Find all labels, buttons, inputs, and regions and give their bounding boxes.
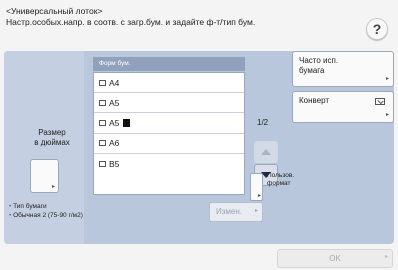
- list-item[interactable]: A5: [94, 113, 244, 134]
- header-instruction: Настр.особых.напр. в соотв. с загр.бум. …: [6, 17, 256, 27]
- paper-icon: [99, 140, 106, 147]
- paper-icon: [99, 99, 106, 106]
- custom-format-label: Пользов. формат: [267, 172, 295, 187]
- paper-icon: [99, 79, 106, 86]
- paper-type-value: Обычная 2 (75-90 г/м2): [13, 212, 83, 219]
- envelope-icon: [375, 98, 385, 105]
- inch-size-label: Размер в дюймах: [34, 128, 70, 147]
- chevron-right-icon: ▸: [257, 193, 261, 199]
- help-button[interactable]: ?: [366, 18, 388, 40]
- paper-type-label: Тип бумаги: [13, 203, 47, 210]
- screen-header: <Универсальный лоток> Настр.особых.напр.…: [6, 6, 346, 28]
- bullet-icon: •: [9, 212, 12, 219]
- custom-format-button[interactable]: ▸: [250, 173, 263, 201]
- paper-icon: [99, 160, 106, 167]
- list-item-label: A6: [109, 138, 120, 149]
- list-item-label: A5: [109, 117, 120, 128]
- paper-settings-panel: Размер в дюймах ▸ Форм бум. A4 A5 A5 A6 …: [4, 51, 394, 244]
- scroll-up-button[interactable]: [254, 141, 278, 163]
- chevron-right-icon: ▸: [254, 208, 258, 214]
- envelope-button[interactable]: Конверт ▸: [292, 91, 394, 123]
- chevron-right-icon: ▸: [385, 112, 389, 118]
- change-paper-type-button[interactable]: Измен. ▸: [209, 202, 263, 222]
- paper-type-info: • Тип бумаги • Обычная 2 (75-90 г/м2): [9, 202, 83, 220]
- list-item[interactable]: A5: [94, 93, 244, 114]
- paper-format-list: A4 A5 A5 A6 B5: [93, 72, 245, 195]
- list-item[interactable]: A4: [94, 73, 244, 94]
- ok-button[interactable]: OK ▸: [277, 249, 393, 268]
- list-item-label: B5: [109, 158, 120, 169]
- paper-icon: [99, 119, 106, 126]
- list-item[interactable]: A6: [94, 134, 244, 154]
- list-item[interactable]: B5: [94, 154, 244, 174]
- list-item-label: A5: [109, 97, 120, 108]
- rotated-r-icon: [123, 118, 131, 127]
- bullet-icon: •: [9, 203, 12, 210]
- chevron-right-icon: ▸: [51, 184, 55, 190]
- chevron-right-icon: ▸: [384, 254, 388, 260]
- list-item-label: A4: [109, 77, 120, 88]
- header-title: <Универсальный лоток>: [6, 6, 103, 16]
- frequent-paper-button[interactable]: Часто исп. бумага ▸: [292, 51, 394, 87]
- paper-format-header: Форм бум.: [93, 57, 245, 71]
- arrow-up-icon: [261, 149, 271, 155]
- page-indicator: 1/2: [257, 118, 269, 127]
- inch-size-button[interactable]: ▸: [30, 159, 59, 193]
- chevron-right-icon: ▸: [385, 76, 389, 82]
